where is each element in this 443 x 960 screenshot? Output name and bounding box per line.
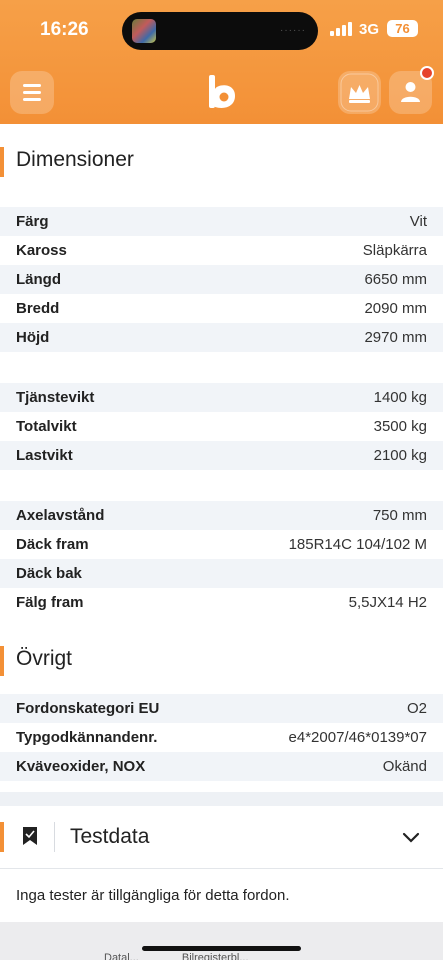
table-row: Axelavstånd 750 mm (0, 501, 443, 530)
now-playing-thumbnail (132, 19, 156, 43)
row-value: 750 mm (372, 507, 427, 524)
notification-badge (420, 66, 434, 80)
row-label: Fordonskategori EU (16, 700, 160, 717)
row-value: e4*2007/46*0139*07 (288, 729, 427, 746)
table-row: Lastvikt 2100 kg (0, 441, 443, 470)
app-header: 16:26 ······ 3G 76 (0, 0, 443, 124)
status-time: 16:26 (40, 19, 89, 40)
table-row: Fälg fram 5,5JX14 H2 (0, 588, 443, 617)
page-footer: Datal... Bilregisterbl... (0, 922, 443, 960)
table-row: Bredd 2090 mm (0, 294, 443, 323)
signal-icon (330, 22, 352, 36)
activity-indicator: ······ (280, 25, 306, 36)
row-value: Vit (409, 213, 427, 230)
footer-links[interactable]: Datal... Bilregisterbl... (104, 952, 249, 960)
testdata-empty-state: Inga tester är tillgängliga för detta fo… (0, 868, 443, 922)
row-value: O2 (406, 700, 427, 717)
row-value: 5,5JX14 H2 (348, 594, 427, 611)
section-accent (0, 646, 4, 676)
row-value: 2100 kg (373, 447, 427, 464)
chevron-down-icon[interactable] (402, 832, 420, 844)
section-heading: Testdata (70, 825, 150, 848)
row-label: Fälg fram (16, 594, 84, 611)
table-row: Tjänstevikt 1400 kg (0, 383, 443, 412)
row-value: 3500 kg (373, 418, 427, 435)
table-row: Kaross Släpkärra (0, 236, 443, 265)
app-logo[interactable] (207, 74, 237, 110)
table-row: Färg Vit (0, 207, 443, 236)
row-label: Lastvikt (16, 447, 73, 464)
row-value: Okänd (382, 758, 427, 775)
section-heading: Dimensioner (16, 148, 134, 171)
section-title-dimensions: Dimensioner (0, 145, 443, 179)
row-label: Typgodkännandenr. (16, 729, 158, 746)
row-label: Däck bak (16, 565, 82, 582)
row-value: 2090 mm (364, 300, 427, 317)
section-heading: Övrigt (16, 647, 73, 670)
home-indicator[interactable] (142, 946, 301, 951)
table-row: Kväveoxider, NOX Okänd (0, 752, 443, 781)
table-row: Typgodkännandenr. e4*2007/46*0139*07 (0, 723, 443, 752)
header-divider (54, 822, 55, 852)
row-label: Bredd (16, 300, 60, 317)
table-row: Däck fram 185R14C 104/102 M (0, 530, 443, 559)
battery-icon: 76 (387, 20, 418, 37)
row-label: Höjd (16, 329, 50, 346)
empty-message: Inga tester är tillgängliga för detta fo… (16, 887, 290, 904)
dynamic-island: ······ (122, 12, 318, 50)
row-label: Axelavstånd (16, 507, 105, 524)
table-row: Däck bak (0, 559, 443, 588)
row-value: 185R14C 104/102 M (288, 536, 427, 553)
row-label: Färg (16, 213, 49, 230)
row-label: Tjänstevikt (16, 389, 95, 406)
row-label: Däck fram (16, 536, 89, 553)
row-label: Kaross (16, 242, 67, 259)
testdata-accordion-header[interactable]: Testdata (0, 806, 443, 868)
row-value: 2970 mm (364, 329, 427, 346)
menu-button[interactable] (10, 71, 54, 114)
network-type: 3G (359, 21, 380, 38)
bookmark-icon (23, 827, 37, 845)
battery-level: 76 (395, 21, 410, 36)
row-label: Kväveoxider, NOX (16, 758, 146, 775)
row-value: 6650 mm (364, 271, 427, 288)
row-label: Längd (16, 271, 61, 288)
crown-icon (340, 73, 379, 112)
section-separator (0, 792, 443, 806)
section-accent (0, 147, 4, 177)
row-value: Släpkärra (362, 242, 427, 259)
table-row: Fordonskategori EU O2 (0, 694, 443, 723)
row-value: 1400 kg (373, 389, 427, 406)
table-row: Totalvikt 3500 kg (0, 412, 443, 441)
premium-button[interactable] (338, 71, 381, 114)
table-row: Längd 6650 mm (0, 265, 443, 294)
table-row: Höjd 2970 mm (0, 323, 443, 352)
section-accent (0, 822, 4, 852)
section-title-other: Övrigt (0, 644, 443, 678)
row-label: Totalvikt (16, 418, 77, 435)
